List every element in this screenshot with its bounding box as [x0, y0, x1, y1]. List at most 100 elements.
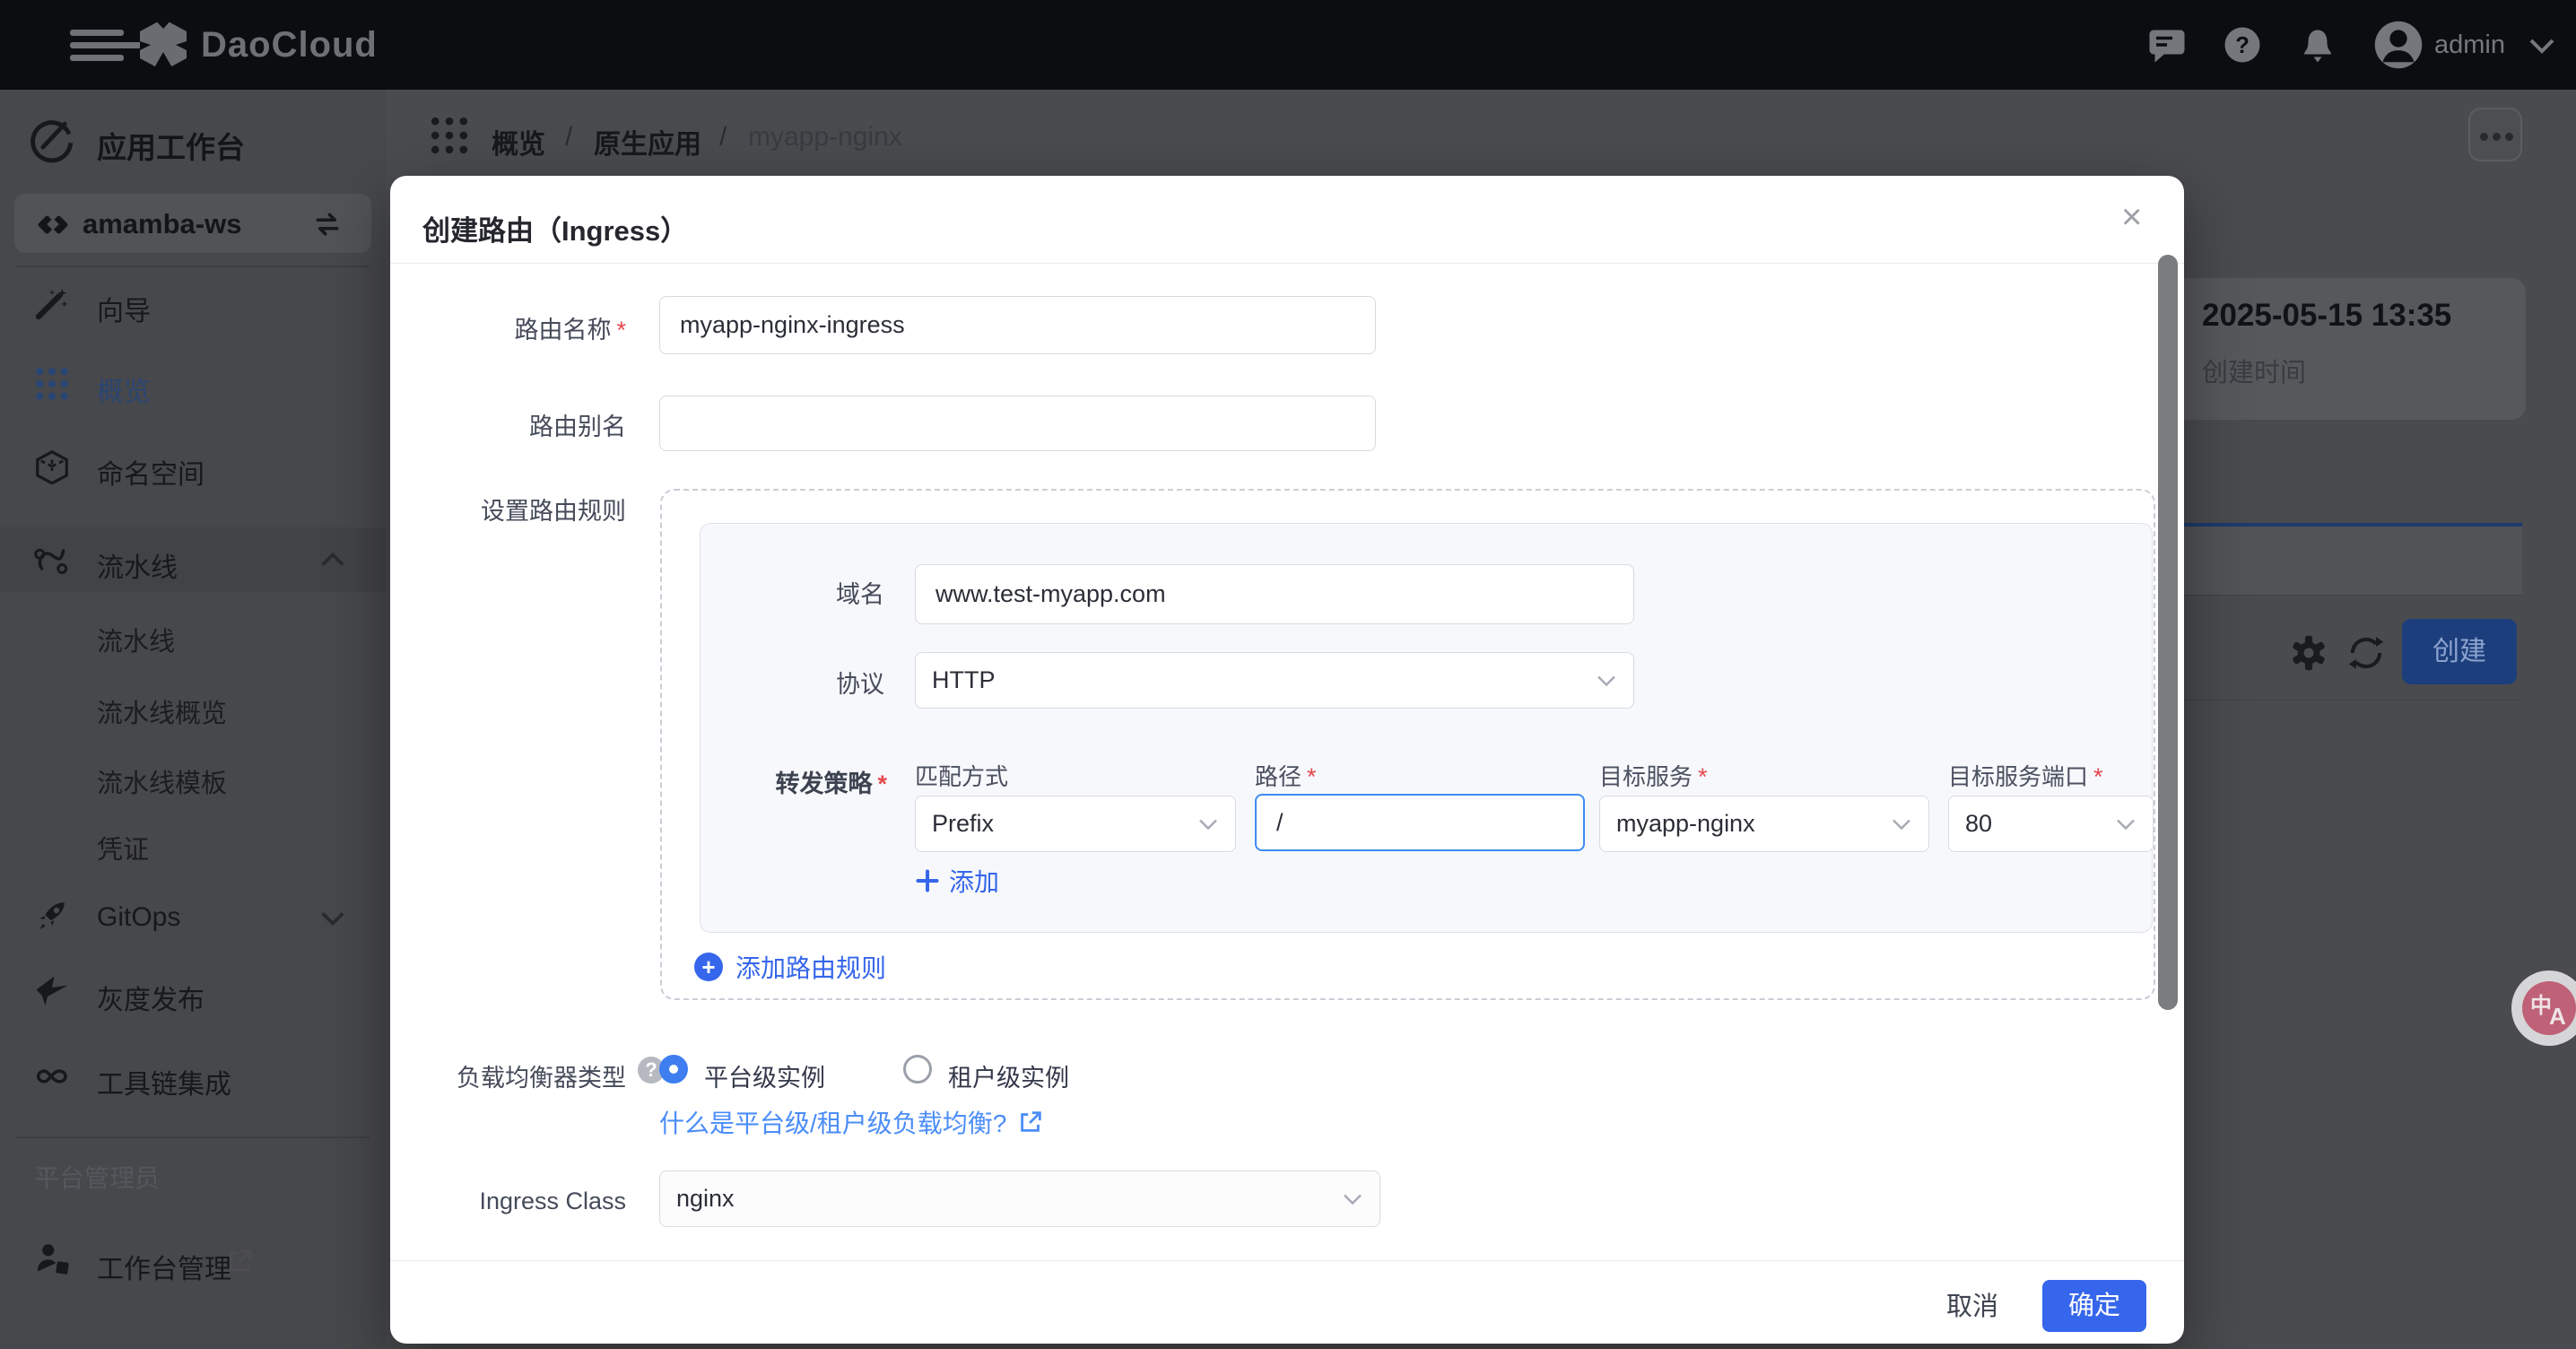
chevron-down-icon: [2115, 815, 2137, 833]
breadcrumb-separator: /: [565, 122, 572, 152]
protocol-select[interactable]: HTTP: [915, 652, 1634, 709]
radio-tenant-instance[interactable]: [903, 1055, 932, 1084]
lb-help-text: 什么是平台级/租户级负载均衡?: [659, 1104, 1006, 1140]
route-rule-card: 域名 协议 HTTP 转发策略* 匹配方式 路径* 目标服务* 目标服务端口* …: [700, 523, 2153, 933]
sidebar-subitem-pipeline-overview[interactable]: 流水线概览: [97, 692, 227, 730]
breadcrumb-overview[interactable]: 概览: [492, 122, 545, 161]
created-time-label: 创建时间: [2202, 352, 2306, 389]
lb-type-label: 负载均衡器类型: [390, 1058, 626, 1093]
translate-icon[interactable]: 中 A: [2522, 981, 2576, 1035]
switch-workspace-icon[interactable]: [310, 207, 344, 241]
radio-tenant-label[interactable]: 租户级实例: [948, 1058, 1069, 1093]
infinity-icon: [34, 1058, 72, 1094]
path-label: 路径*: [1255, 759, 1317, 792]
rocket-icon: [34, 897, 70, 933]
match-type-value: Prefix: [932, 810, 1197, 838]
lang-en-glyph: A: [2549, 1003, 2566, 1031]
plus-icon: [915, 868, 940, 893]
route-name-label: 路由名称*: [390, 310, 626, 345]
apps-grid-icon[interactable]: [429, 115, 470, 156]
required-mark: *: [1698, 763, 1708, 790]
lb-help-link[interactable]: 什么是平台级/租户级负载均衡?: [659, 1104, 1044, 1140]
route-alias-label: 路由别名: [390, 407, 626, 442]
add-forward-rule-link[interactable]: 添加: [915, 863, 999, 899]
sidebar: 应用工作台 amamba-ws 向导 概览: [0, 90, 386, 1349]
cancel-button[interactable]: 取消: [1929, 1284, 2015, 1330]
add-route-rule-link[interactable]: + 添加路由规则: [694, 949, 886, 985]
path-input[interactable]: [1255, 794, 1585, 851]
target-port-select[interactable]: 80: [1948, 796, 2154, 852]
workspace-name: amamba-ws: [83, 208, 241, 240]
chevron-up-icon: [319, 549, 346, 570]
breadcrumb-current: myapp-nginx: [748, 122, 902, 152]
workspace-selector[interactable]: amamba-ws: [14, 194, 371, 253]
table-header-row: [2184, 527, 2522, 596]
sidebar-item-label: 工具链集成: [97, 1062, 231, 1101]
required-mark: *: [877, 770, 887, 797]
route-name-input[interactable]: [659, 296, 1376, 354]
sidebar-group-label: 流水线: [97, 545, 178, 585]
target-port-label: 目标服务端口*: [1948, 759, 2103, 792]
brand-name: DaoCloud: [201, 25, 378, 65]
workspace-icon: [36, 207, 70, 241]
svg-text:?: ?: [2235, 33, 2250, 58]
sidebar-item-label: 概览: [97, 370, 151, 409]
pipeline-icon: [34, 542, 70, 578]
sidebar-group-pipeline[interactable]: 流水线: [0, 527, 386, 592]
bird-icon: [34, 974, 70, 1010]
external-link-icon: [226, 1247, 255, 1275]
created-time-value: 2025-05-15 13:35: [2202, 298, 2451, 334]
breadcrumb-separator: /: [719, 122, 727, 152]
refresh-icon[interactable]: [2346, 633, 2386, 673]
more-actions-button[interactable]: [2468, 108, 2522, 161]
ingress-class-select[interactable]: nginx: [659, 1171, 1380, 1227]
notification-bell-icon[interactable]: [2296, 23, 2339, 66]
sidebar-subitem-credentials[interactable]: 凭证: [97, 829, 149, 866]
protocol-label: 协议: [701, 665, 884, 700]
username[interactable]: admin: [2434, 30, 2505, 60]
workbench-admin-icon: [34, 1240, 72, 1277]
forward-policy-label: 转发策略*: [701, 764, 887, 799]
route-alias-input[interactable]: [659, 396, 1376, 451]
breadcrumb-native-app[interactable]: 原生应用: [594, 122, 701, 161]
target-service-select[interactable]: myapp-nginx: [1599, 796, 1929, 852]
create-button[interactable]: 创建: [2402, 619, 2517, 684]
help-icon[interactable]: ?: [2221, 23, 2264, 66]
gear-icon[interactable]: [2289, 633, 2328, 673]
confirm-button[interactable]: 确定: [2042, 1280, 2146, 1332]
section-label-platform-admin: 平台管理员: [34, 1159, 160, 1195]
chevron-down-icon[interactable]: [2528, 34, 2556, 57]
create-ingress-modal: 创建路由（Ingress） × 路由名称* 路由别名 设置路由规则 域名 协议 …: [390, 176, 2184, 1344]
required-mark: *: [616, 317, 626, 344]
app-header: DaoCloud ? admin: [0, 0, 2576, 90]
domain-input[interactable]: [915, 564, 1634, 624]
domain-label: 域名: [701, 575, 884, 610]
sidebar-subitem-pipeline-template[interactable]: 流水线模板: [97, 762, 227, 800]
close-icon[interactable]: ×: [2121, 199, 2142, 235]
chevron-down-icon: [1596, 672, 1617, 690]
sidebar-item-label: 工作台管理: [97, 1247, 231, 1286]
daocloud-logo-icon: [135, 16, 192, 74]
modal-title: 创建路由（Ingress）: [422, 208, 688, 248]
circle-plus-icon: +: [694, 953, 723, 981]
message-icon[interactable]: [2145, 23, 2189, 66]
sidebar-item-label: 命名空间: [97, 452, 205, 492]
radio-platform-instance[interactable]: [659, 1055, 688, 1084]
modal-scrollbar[interactable]: [2158, 255, 2178, 1010]
sidebar-subitem-pipeline[interactable]: 流水线: [97, 621, 175, 658]
add-link-label: 添加: [949, 863, 999, 899]
radio-platform-label[interactable]: 平台级实例: [704, 1058, 825, 1093]
required-mark: *: [2093, 763, 2103, 790]
target-service-value: myapp-nginx: [1616, 810, 1891, 838]
module-title: 应用工作台: [97, 124, 245, 167]
rules-section-label: 设置路由规则: [390, 492, 626, 527]
protocol-value: HTTP: [932, 666, 1596, 694]
sidebar-item-label: 灰度发布: [97, 978, 205, 1017]
sidebar-item-label: GitOps: [97, 902, 180, 933]
namespace-cube-icon: [34, 448, 70, 484]
ingress-class-label: Ingress Class: [390, 1188, 626, 1215]
app-workbench-icon: [27, 117, 74, 163]
match-type-select[interactable]: Prefix: [915, 796, 1236, 852]
overview-grid-icon: [34, 366, 70, 402]
avatar[interactable]: [2373, 20, 2424, 70]
